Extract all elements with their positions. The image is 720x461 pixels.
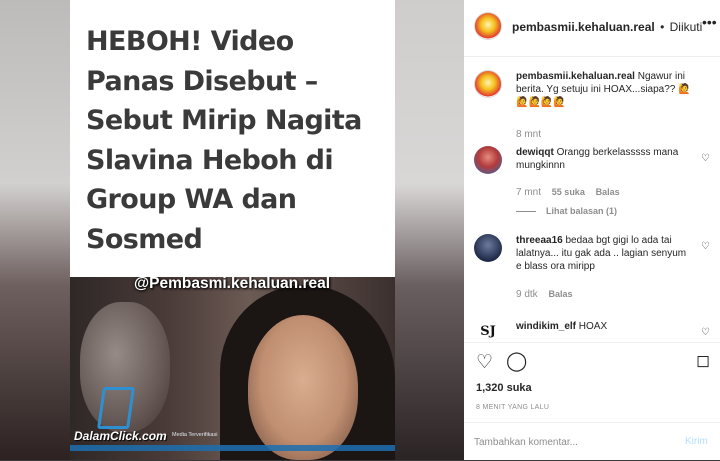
comment-text: windikim_elf HOAX xyxy=(516,320,694,333)
like-comment-heart-icon[interactable]: ♡ xyxy=(701,240,710,253)
reply-button[interactable]: Balas xyxy=(596,187,620,197)
like-comment-heart-icon[interactable]: ♡ xyxy=(701,152,710,165)
heart-icon[interactable]: ♡ xyxy=(476,351,493,374)
comment-meta: 7 mnt 55 suka Balas xyxy=(516,186,620,199)
comment-meta: 9 dtk Balas xyxy=(516,288,573,301)
comment-body: HOAX xyxy=(578,321,608,332)
comment-input[interactable] xyxy=(474,433,664,451)
blurred-background-left xyxy=(0,0,70,460)
post-media: HEBOH! Video Panas Disebut – Sebut Mirip… xyxy=(0,0,464,460)
article-headline: HEBOH! Video Panas Disebut – Sebut Mirip… xyxy=(86,26,362,255)
like-count[interactable]: 1,320 suka xyxy=(476,382,532,394)
commenter-avatar[interactable] xyxy=(474,146,502,174)
caption-avatar[interactable] xyxy=(474,70,502,98)
comment-likes[interactable]: 55 suka xyxy=(552,187,585,197)
post-timestamp[interactable]: 8 MENIT YANG LALU xyxy=(476,404,549,411)
portrait-face xyxy=(248,315,358,460)
post-header: pembasmii.kehaluan.real • Diikuti ••• xyxy=(464,0,720,57)
caption-username[interactable]: pembasmii.kehaluan.real xyxy=(516,71,635,82)
brand-tagline: Media Terverifikasi xyxy=(172,432,218,438)
comment-icon[interactable]: ◯ xyxy=(506,350,527,373)
caption-time[interactable]: 8 mnt xyxy=(516,128,541,141)
post-actions: ♡ ◯ ◻ 1,320 suka 8 MENIT YANG LALU xyxy=(464,342,720,423)
more-options-icon[interactable]: ••• xyxy=(702,14,717,30)
commenter-username[interactable]: windikim_elf xyxy=(516,321,576,332)
commenter-avatar[interactable] xyxy=(474,234,502,262)
post-side-panel: pembasmii.kehaluan.real • Diikuti ••• pe… xyxy=(464,0,720,460)
brand-logo-icon xyxy=(97,387,135,429)
follow-status-button[interactable]: Diikuti xyxy=(670,20,703,34)
comment-time[interactable]: 9 dtk xyxy=(516,289,538,300)
replies-divider xyxy=(516,211,536,213)
blurred-background-right xyxy=(395,0,464,460)
view-replies-label: Lihat balasan (1) xyxy=(546,206,618,216)
article-screenshot: HEBOH! Video Panas Disebut – Sebut Mirip… xyxy=(70,0,395,460)
bookmark-icon[interactable]: ◻ xyxy=(696,351,710,371)
comment-text: threeaa16 bedaa bgt gigi lo ada tai lala… xyxy=(516,234,694,273)
comment-text: dewiqqt Orangg berkelasssss mana mungkin… xyxy=(516,146,694,172)
author-username[interactable]: pembasmii.kehaluan.real xyxy=(512,20,655,34)
watermark-text: @Pembasmi.kehaluan.real xyxy=(134,277,331,292)
view-replies-button[interactable]: Lihat balasan (1) xyxy=(516,205,617,218)
caption-text: pembasmii.kehaluan.real Ngawur ini berit… xyxy=(516,70,694,109)
comment-list[interactable]: pembasmii.kehaluan.real Ngawur ini berit… xyxy=(464,56,720,342)
commenter-avatar[interactable]: SJ xyxy=(474,318,502,342)
brand-name: DalamClick.com xyxy=(74,429,167,443)
post-comment-button[interactable]: Kirim xyxy=(685,436,708,447)
commenter-username[interactable]: threeaa16 xyxy=(516,235,563,246)
author-avatar[interactable] xyxy=(474,12,502,40)
reply-button[interactable]: Balas xyxy=(548,289,572,299)
article-photo: @Pembasmi.kehaluan.real DalamClick.com M… xyxy=(70,277,395,460)
separator-dot: • xyxy=(660,20,665,34)
brand-bar xyxy=(70,445,395,451)
comment-time[interactable]: 7 mnt xyxy=(516,187,541,198)
commenter-username[interactable]: dewiqqt xyxy=(516,147,554,158)
comment-composer: Kirim xyxy=(464,422,720,461)
like-comment-heart-icon[interactable]: ♡ xyxy=(701,326,710,339)
post-header-text: pembasmii.kehaluan.real • Diikuti xyxy=(512,20,702,34)
